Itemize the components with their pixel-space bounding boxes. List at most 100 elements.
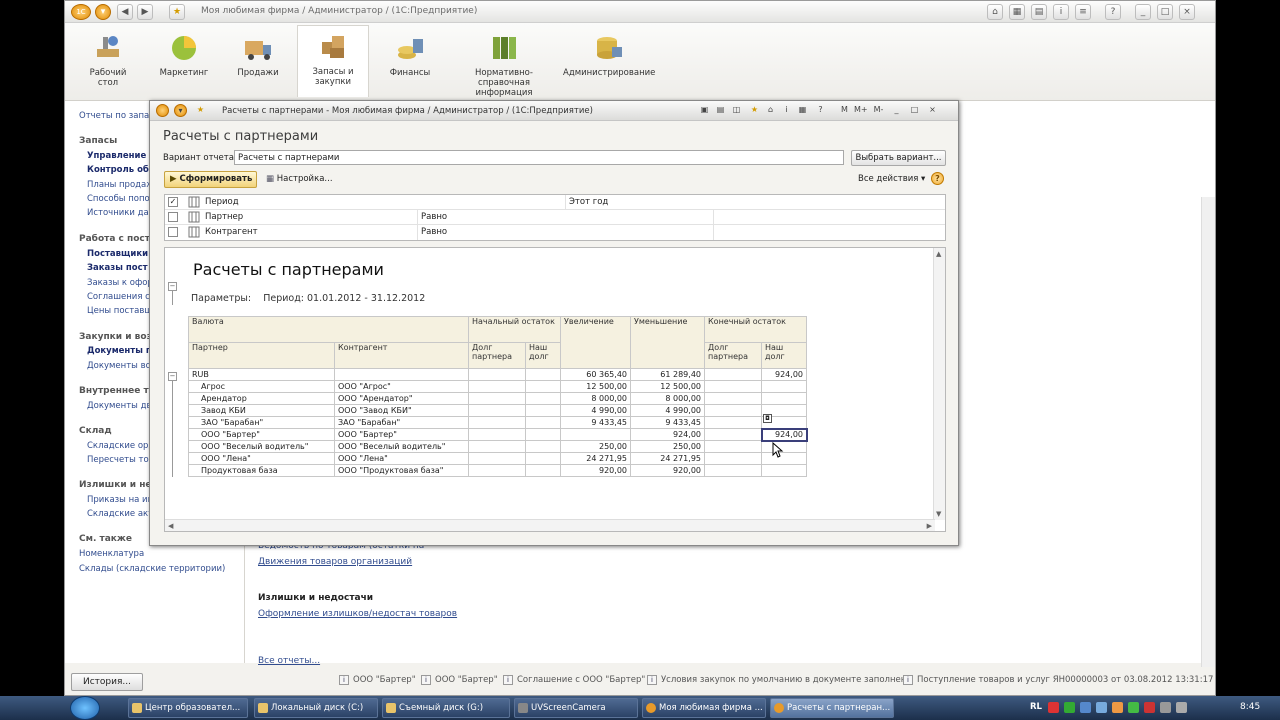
print-icon[interactable]: ▤ bbox=[714, 104, 727, 117]
cell-decrease[interactable]: 920,00 bbox=[630, 464, 705, 477]
cell[interactable] bbox=[704, 464, 762, 477]
status-item[interactable]: i Поступление товаров и услуг ЯН00000003 … bbox=[903, 675, 1213, 685]
settings-button[interactable]: ▦ Настройка... bbox=[266, 174, 333, 184]
1c-logo-icon[interactable]: 1С bbox=[71, 4, 91, 20]
nav-item[interactable]: Заказы к офор bbox=[87, 278, 153, 288]
cell-increase[interactable]: 920,00 bbox=[560, 464, 631, 477]
taskbar-item[interactable]: Моя любимая фирма ... bbox=[642, 698, 766, 718]
cell[interactable] bbox=[468, 404, 526, 417]
cell[interactable] bbox=[525, 416, 561, 429]
tray-icon[interactable] bbox=[1096, 702, 1107, 713]
status-item[interactable]: i ООО "Бартер" bbox=[421, 675, 498, 685]
filter-condition[interactable]: Равно bbox=[421, 212, 447, 222]
cell[interactable] bbox=[525, 452, 561, 465]
cell[interactable] bbox=[525, 380, 561, 393]
filter-row[interactable]: Партнер Равно bbox=[165, 210, 945, 225]
cell[interactable] bbox=[704, 368, 762, 381]
nav-item[interactable]: Цены поставщ bbox=[87, 306, 152, 316]
cell[interactable] bbox=[525, 428, 561, 441]
scroll-down-icon[interactable]: ▼ bbox=[936, 510, 941, 518]
nav-item[interactable]: Способы попол bbox=[87, 194, 155, 204]
cell-counterparty[interactable]: ООО "Лена" bbox=[334, 452, 469, 465]
calendar-icon[interactable]: ▦ bbox=[1009, 4, 1025, 20]
table-row[interactable]: Завод КБИ ООО "Завод КБИ" 4 990,00 4 990… bbox=[188, 404, 807, 417]
maximize-icon[interactable]: □ bbox=[908, 104, 921, 117]
status-item[interactable]: i ООО "Бартер" bbox=[339, 675, 416, 685]
preview-icon[interactable]: ◫ bbox=[730, 104, 743, 117]
calc-icon[interactable]: ▦ bbox=[796, 104, 809, 117]
cell-decrease[interactable]: 9 433,45 bbox=[630, 416, 705, 429]
cell-partner[interactable]: ООО "Веселый водитель" bbox=[188, 440, 335, 453]
tray-icon[interactable] bbox=[1112, 702, 1123, 713]
nav-item[interactable]: Документы п bbox=[87, 346, 152, 356]
cell-increase[interactable]: 8 000,00 bbox=[560, 392, 631, 405]
memory-button[interactable]: M bbox=[838, 104, 851, 117]
help-icon[interactable]: ? bbox=[931, 172, 944, 185]
section-marketing[interactable]: Маркетинг bbox=[151, 27, 217, 99]
cell[interactable] bbox=[468, 392, 526, 405]
nav-item[interactable]: Склады (складские территории) bbox=[79, 564, 225, 574]
status-item[interactable]: i Соглашение с ООО "Бартер" bbox=[503, 675, 645, 685]
cell-increase[interactable]: 24 271,95 bbox=[560, 452, 631, 465]
nav-item[interactable]: Контроль обе bbox=[87, 165, 155, 175]
memory-plus-button[interactable]: M+ bbox=[854, 104, 868, 117]
cell-increase[interactable]: 9 433,45 bbox=[560, 416, 631, 429]
cell-increase[interactable]: 12 500,00 bbox=[560, 380, 631, 393]
taskbar-item[interactable]: Центр образовател... bbox=[128, 698, 248, 718]
section-administration[interactable]: Администрирование bbox=[563, 27, 655, 99]
cell-our-debt[interactable] bbox=[761, 380, 807, 393]
cell-increase[interactable]: 4 990,00 bbox=[560, 404, 631, 417]
cell[interactable] bbox=[468, 416, 526, 429]
filter-condition[interactable]: Равно bbox=[421, 227, 447, 237]
window-menu-icon[interactable]: ▾ bbox=[174, 104, 187, 117]
cell-counterparty[interactable]: ООО "Бартер" bbox=[334, 428, 469, 441]
filter-value[interactable]: Этот год bbox=[569, 197, 608, 207]
tray-icon[interactable] bbox=[1144, 702, 1155, 713]
nav-item[interactable]: Управление bbox=[87, 151, 146, 161]
choose-variant-button[interactable]: Выбрать вариант... bbox=[851, 150, 946, 166]
nav-item[interactable]: Соглашения с п bbox=[87, 292, 158, 302]
cell[interactable] bbox=[468, 464, 526, 477]
favorites-star-icon[interactable]: ★ bbox=[194, 104, 207, 117]
close-icon[interactable]: × bbox=[926, 104, 939, 117]
cell-partner[interactable]: Арендатор bbox=[188, 392, 335, 405]
volume-icon[interactable] bbox=[1176, 702, 1187, 713]
tray-icon[interactable] bbox=[1064, 702, 1075, 713]
table-row[interactable]: ООО "Бартер" ООО "Бартер" 924,00 924,00 bbox=[188, 427, 808, 442]
status-item[interactable]: i Условия закупок по умолчанию в документ… bbox=[647, 675, 913, 685]
section-finance[interactable]: Финансы bbox=[375, 27, 445, 99]
cell-decrease[interactable]: 924,00 bbox=[630, 428, 705, 441]
windows-start-icon[interactable] bbox=[70, 696, 100, 720]
cell-our-debt[interactable]: 924,00 bbox=[761, 368, 807, 381]
collapse-group-icon[interactable]: − bbox=[168, 282, 177, 291]
taskbar-item[interactable]: Локальный диск (C:) bbox=[254, 698, 378, 718]
calculator-icon[interactable]: ▤ bbox=[1031, 4, 1047, 20]
cell[interactable] bbox=[334, 368, 469, 381]
cell-counterparty[interactable]: ООО "Продуктовая база" bbox=[334, 464, 469, 477]
work-area-scrollbar[interactable] bbox=[1201, 197, 1215, 667]
cell-our-debt[interactable] bbox=[761, 440, 807, 453]
cell[interactable] bbox=[468, 368, 526, 381]
table-row[interactable]: ЗАО "Барабан" ЗАО "Барабан" 9 433,45 9 4… bbox=[188, 416, 807, 429]
cell-partner[interactable]: Агрос bbox=[188, 380, 335, 393]
nav-item[interactable]: Приказы на ин bbox=[87, 495, 153, 505]
all-actions-menu[interactable]: Все действия ▾ bbox=[858, 174, 925, 184]
nav-item[interactable]: Складские акти bbox=[87, 509, 159, 519]
minimize-icon[interactable]: _ bbox=[1135, 4, 1151, 20]
cell[interactable] bbox=[704, 440, 762, 453]
cell-partner[interactable]: ЗАО "Барабан" bbox=[188, 416, 335, 429]
cell[interactable] bbox=[525, 392, 561, 405]
cell-our-debt[interactable] bbox=[761, 464, 807, 477]
cell[interactable] bbox=[704, 404, 762, 417]
1c-logo-icon[interactable] bbox=[156, 104, 169, 117]
cell[interactable] bbox=[468, 440, 526, 453]
info-icon[interactable]: i bbox=[1053, 4, 1069, 20]
decode-cell-icon[interactable]: ◘ bbox=[763, 414, 772, 423]
document-vertical-scrollbar[interactable]: ▲ ▼ bbox=[933, 248, 945, 520]
cell[interactable] bbox=[704, 452, 762, 465]
minimize-icon[interactable]: _ bbox=[890, 104, 903, 117]
cell-decrease[interactable]: 8 000,00 bbox=[630, 392, 705, 405]
cell-counterparty[interactable]: ООО "Арендатор" bbox=[334, 392, 469, 405]
collapse-rub-group-icon[interactable]: − bbox=[168, 372, 177, 381]
forward-arrow-icon[interactable]: ▶ bbox=[137, 4, 153, 20]
